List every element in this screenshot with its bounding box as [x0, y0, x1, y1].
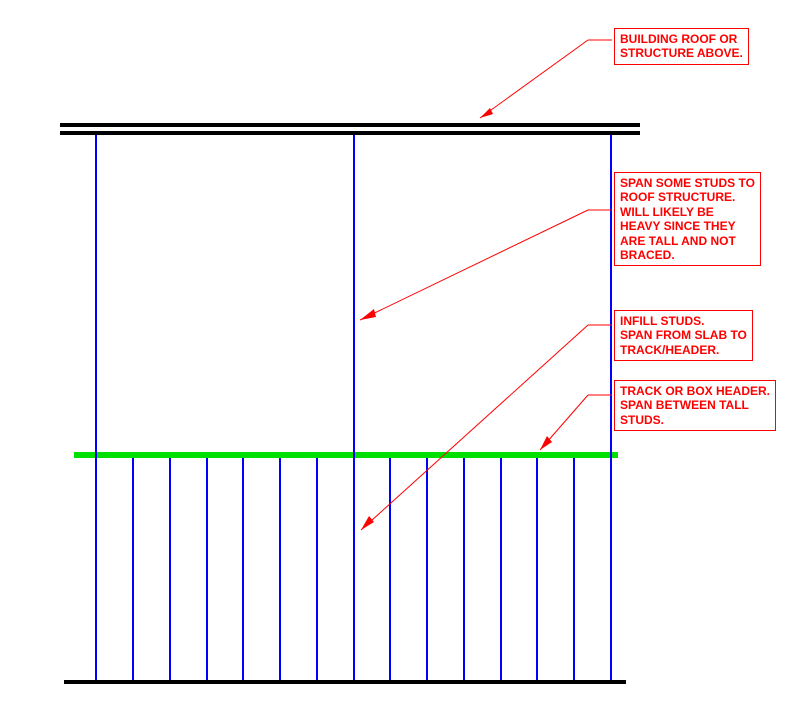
leader-lines	[0, 0, 800, 727]
infill-stud	[206, 458, 208, 680]
note-tall: SPAN SOME STUDS TO ROOF STRUCTURE. WILL …	[614, 172, 761, 266]
diagram-stage: BUILDING ROOF OR STRUCTURE ABOVE. SPAN S…	[0, 0, 800, 727]
infill-stud	[316, 458, 318, 680]
tall-stud	[610, 135, 612, 680]
tall-stud	[353, 135, 355, 680]
tall-stud	[95, 135, 97, 680]
infill-stud	[169, 458, 171, 680]
note-infill: INFILL STUDS. SPAN FROM SLAB TO TRACK/HE…	[614, 310, 753, 361]
note-roof: BUILDING ROOF OR STRUCTURE ABOVE.	[614, 28, 749, 65]
infill-stud	[500, 458, 502, 680]
infill-stud	[426, 458, 428, 680]
infill-stud	[389, 458, 391, 680]
infill-stud	[573, 458, 575, 680]
slab-line	[64, 680, 626, 684]
roof-line-top	[60, 123, 640, 127]
roof-line-bottom	[60, 131, 640, 135]
note-header: TRACK OR BOX HEADER. SPAN BETWEEN TALL S…	[614, 380, 776, 431]
infill-stud	[536, 458, 538, 680]
infill-stud	[242, 458, 244, 680]
infill-stud	[463, 458, 465, 680]
infill-stud	[132, 458, 134, 680]
infill-stud	[279, 458, 281, 680]
